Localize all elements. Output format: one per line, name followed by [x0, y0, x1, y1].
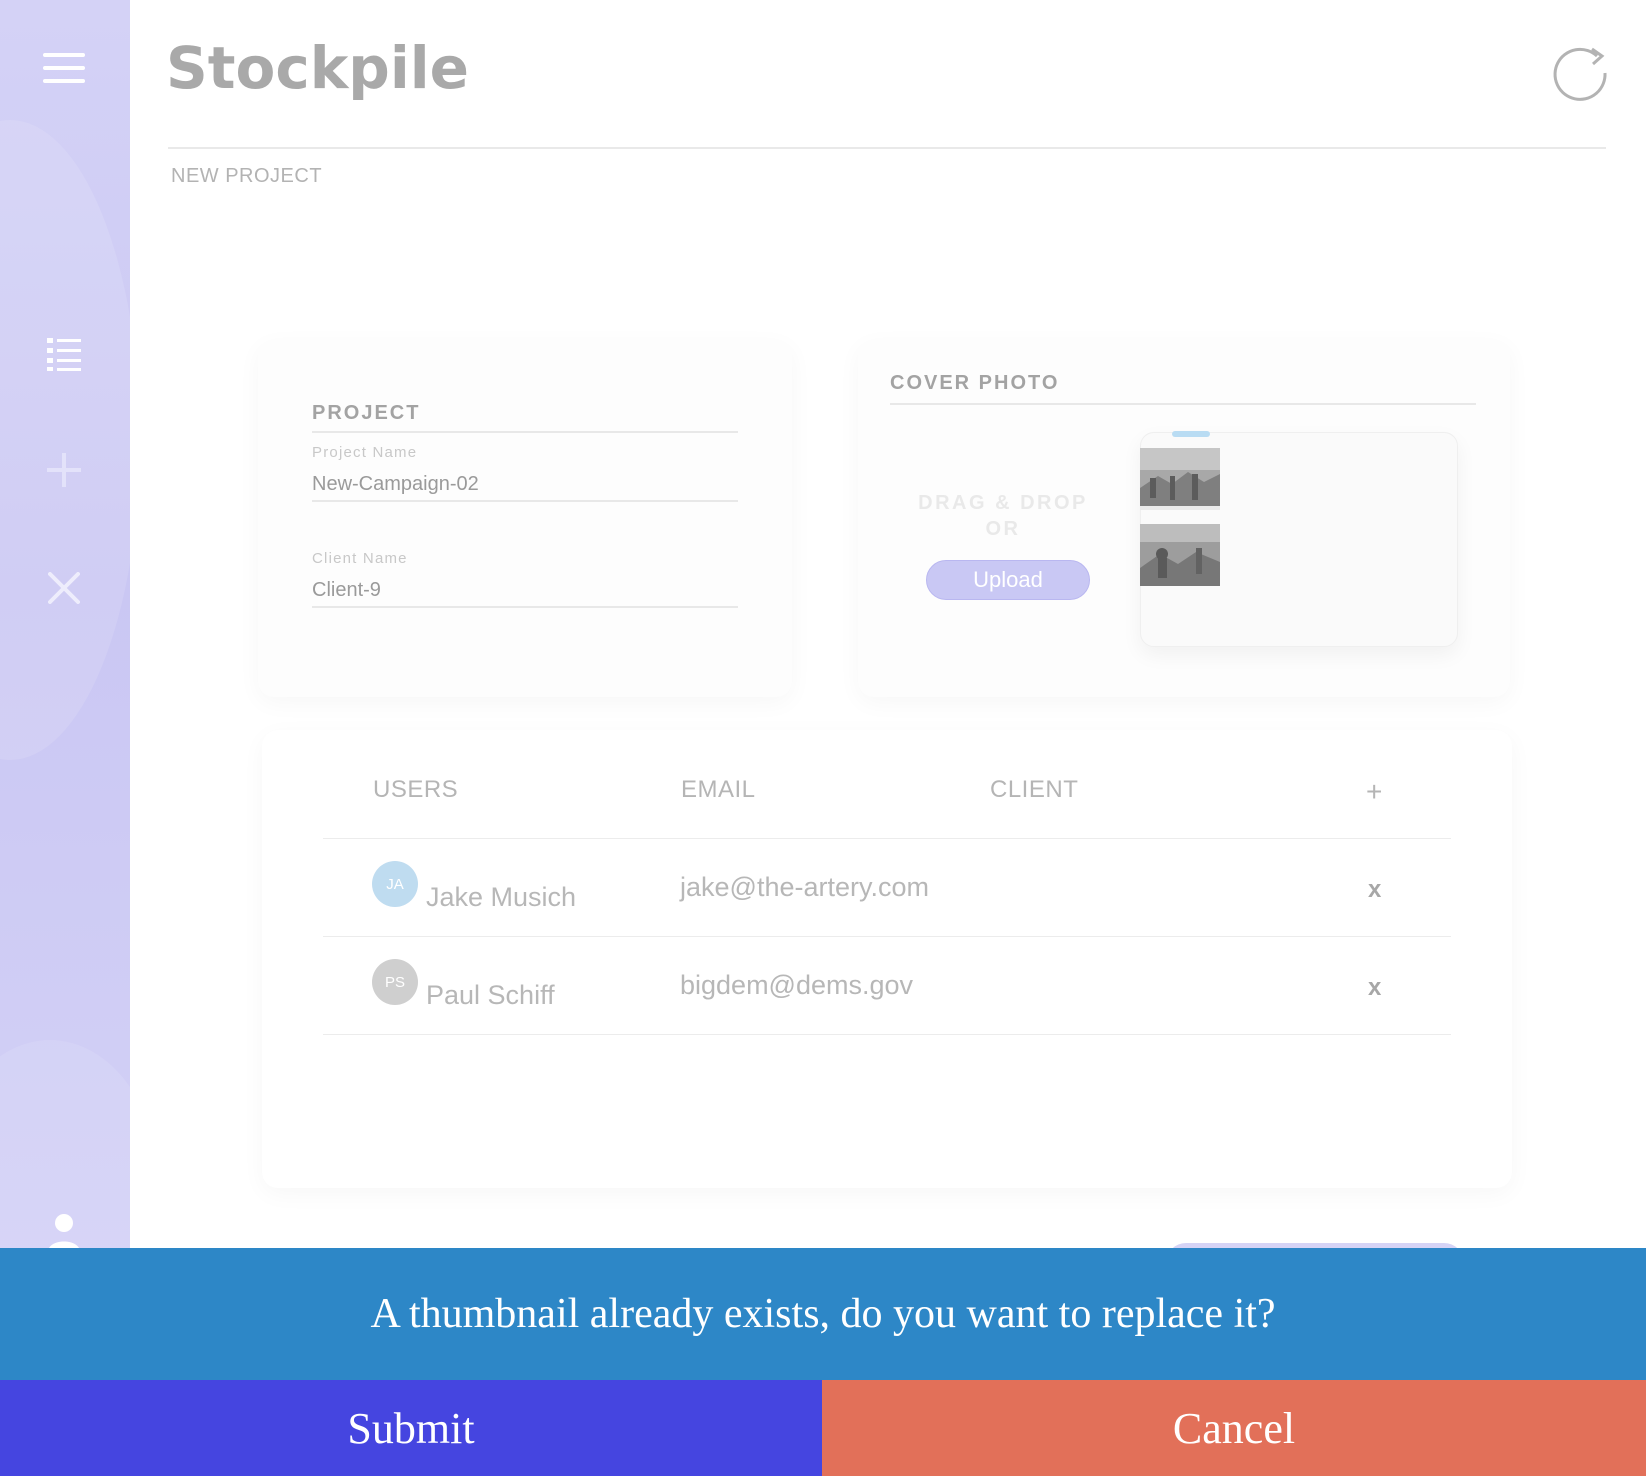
client-name-input[interactable] — [312, 576, 738, 604]
project-section-divider — [312, 431, 738, 433]
thumbnail-image[interactable] — [1140, 448, 1220, 510]
column-header-email: EMAIL — [681, 776, 756, 803]
column-header-users: USERS — [373, 776, 459, 803]
breadcrumb: NEW PROJECT — [171, 165, 323, 187]
project-section-title: PROJECT — [312, 402, 421, 424]
confirm-dialog: A thumbnail already exists, do you want … — [0, 1248, 1646, 1380]
remove-user-button[interactable]: x — [1368, 974, 1381, 1002]
upload-button[interactable]: Upload — [926, 560, 1090, 600]
project-name-label: Project Name — [312, 444, 418, 461]
client-name-underline — [312, 606, 738, 608]
sidebar-decoration — [0, 120, 130, 760]
remove-user-button[interactable]: x — [1368, 876, 1381, 904]
list-icon[interactable] — [40, 330, 88, 378]
cover-photo-section-title: COVER PHOTO — [890, 372, 1060, 394]
dialog-message: A thumbnail already exists, do you want … — [370, 1291, 1276, 1337]
user-email: bigdem@dems.gov — [680, 970, 914, 1000]
app-window: Stockpile NEW PROJECT PROJECT Project Na… — [0, 0, 1646, 1476]
refresh-icon[interactable] — [1552, 44, 1610, 102]
close-icon[interactable] — [40, 564, 88, 612]
preview-tab-indicator — [1172, 431, 1210, 437]
table-header-divider — [323, 838, 1451, 839]
drag-drop-text: DRAG & DROP — [918, 492, 1088, 514]
header-divider — [168, 147, 1606, 149]
app-title: Stockpile — [166, 34, 469, 102]
column-header-client: CLIENT — [990, 776, 1079, 803]
table-row-divider — [323, 936, 1451, 937]
project-card — [258, 340, 792, 697]
project-name-underline — [312, 500, 738, 502]
or-text: OR — [985, 518, 1021, 540]
submit-button[interactable]: Submit — [0, 1380, 822, 1476]
avatar: PS — [372, 959, 418, 1005]
table-row-divider — [323, 1034, 1451, 1035]
menu-icon[interactable] — [40, 44, 88, 92]
avatar: JA — [372, 861, 418, 907]
cancel-button[interactable]: Cancel — [822, 1380, 1646, 1476]
client-name-label: Client Name — [312, 550, 408, 567]
project-name-input[interactable] — [312, 470, 738, 498]
cover-photo-divider — [890, 403, 1476, 405]
thumbnail-image[interactable] — [1140, 524, 1220, 586]
user-name: Paul Schiff — [426, 980, 555, 1010]
add-user-button[interactable]: + — [1366, 776, 1382, 808]
user-name: Jake Musich — [426, 882, 577, 912]
user-email: jake@the-artery.com — [680, 872, 929, 902]
plus-icon[interactable] — [40, 446, 88, 494]
